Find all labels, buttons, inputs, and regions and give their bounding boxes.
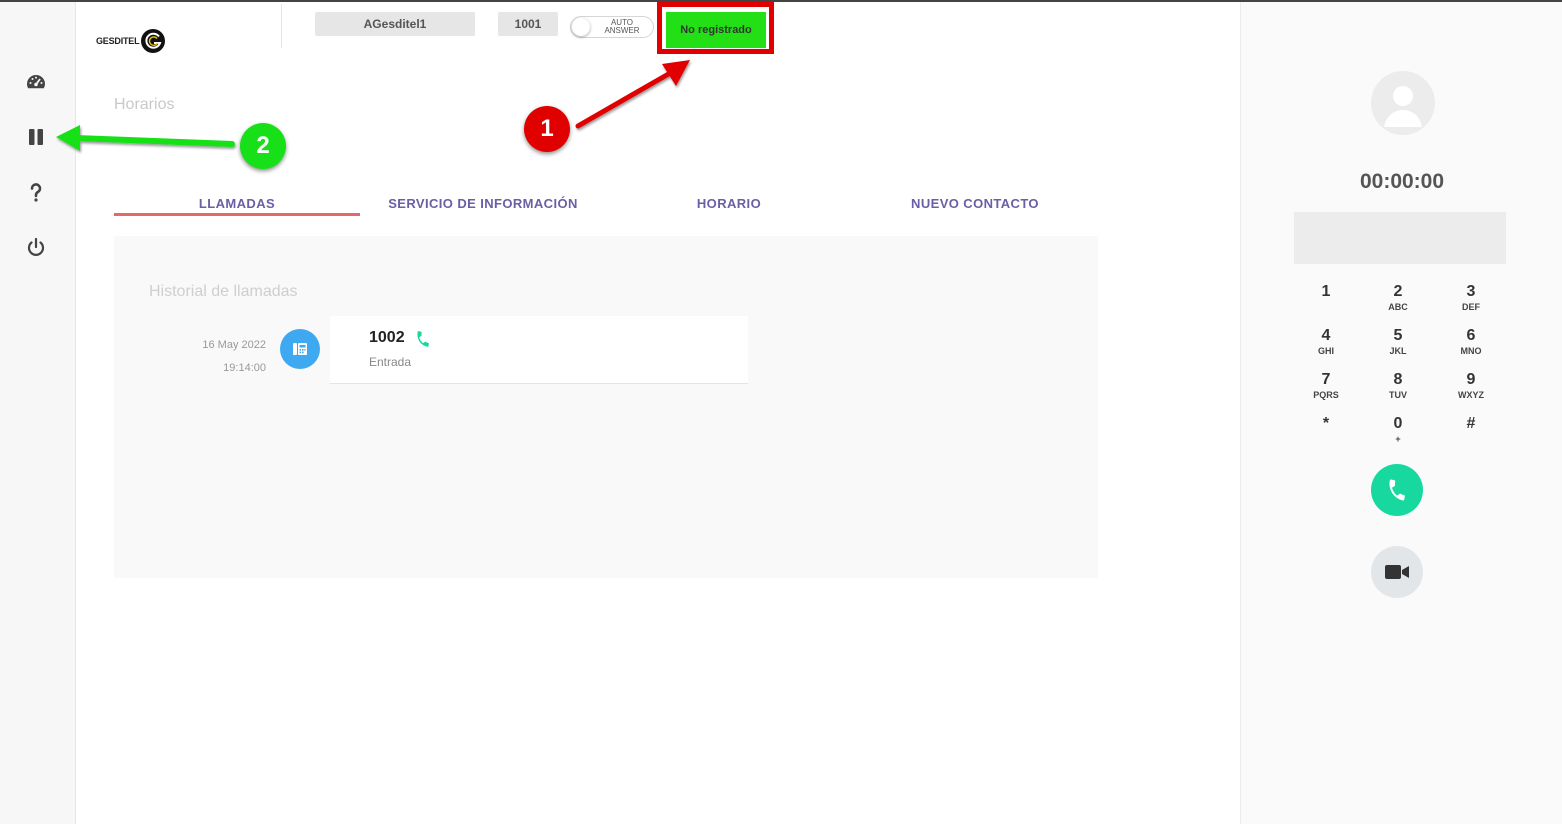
key-star[interactable]: * bbox=[1301, 415, 1351, 455]
auto-answer-toggle[interactable]: AUTO ANSWER bbox=[570, 16, 654, 38]
dashboard-icon[interactable] bbox=[24, 70, 48, 94]
key-7[interactable]: 7 PQRS bbox=[1301, 371, 1351, 411]
call-history-title: Historial de llamadas bbox=[149, 283, 298, 300]
tab-llamadas[interactable]: LLAMADAS bbox=[114, 190, 360, 216]
key-1[interactable]: 1 bbox=[1301, 283, 1351, 323]
key-hash[interactable]: # bbox=[1446, 415, 1496, 455]
header-divider bbox=[281, 4, 282, 48]
key-4[interactable]: 4 GHI bbox=[1301, 327, 1351, 367]
company-logo: GESDITEL bbox=[96, 28, 166, 54]
tab-nuevo-contacto[interactable]: NUEVO CONTACTO bbox=[852, 190, 1098, 216]
call-timer: 00:00:00 bbox=[1359, 170, 1445, 193]
extension-field: 1001 bbox=[498, 12, 558, 36]
key-6[interactable]: 6 MNO bbox=[1446, 327, 1496, 367]
key-0[interactable]: 0 + bbox=[1373, 415, 1423, 455]
softphone-dialer: 00:00:00 1 2 ABC 3 DEF 4 GHI 5 JKL 6 MNO 7 PQR… bbox=[1240, 2, 1562, 824]
call-direction: Entrada bbox=[369, 355, 412, 369]
key-5[interactable]: 5 JKL bbox=[1373, 327, 1423, 367]
video-camera-icon bbox=[1385, 565, 1409, 579]
logo-text: GESDITEL bbox=[96, 36, 140, 46]
tab-servicio-informacion[interactable]: SERVICIO DE INFORMACIÓN bbox=[360, 190, 606, 216]
auto-answer-label: AUTO ANSWER bbox=[604, 18, 640, 35]
call-time: 19:14:00 bbox=[223, 362, 266, 374]
key-9[interactable]: 9 WXYZ bbox=[1446, 371, 1496, 411]
annotation-badge-2: 2 bbox=[240, 123, 286, 169]
toggle-knob bbox=[572, 18, 590, 36]
page-title: Horarios bbox=[114, 96, 175, 113]
power-icon[interactable] bbox=[24, 235, 48, 259]
call-number: 1002 bbox=[369, 329, 405, 346]
logo-mark-icon bbox=[141, 29, 166, 53]
agent-name-field: AGesditel1 bbox=[315, 12, 475, 36]
call-button[interactable] bbox=[1371, 464, 1423, 516]
call-history-panel: Historial de llamadas 16 May 2022 19:14:… bbox=[114, 236, 1098, 578]
registration-status-button[interactable]: No registrado bbox=[666, 12, 766, 48]
key-2[interactable]: 2 ABC bbox=[1373, 283, 1423, 323]
video-call-button[interactable] bbox=[1371, 546, 1423, 598]
tab-horario[interactable]: HORARIO bbox=[606, 190, 852, 216]
phone-icon bbox=[1389, 479, 1405, 501]
dial-number-input[interactable] bbox=[1294, 212, 1506, 264]
incoming-call-icon bbox=[417, 331, 429, 347]
sidebar bbox=[0, 2, 76, 824]
key-8[interactable]: 8 TUV bbox=[1373, 371, 1423, 411]
help-icon[interactable] bbox=[24, 180, 48, 204]
annotation-badge-1: 1 bbox=[524, 106, 570, 152]
pause-icon[interactable] bbox=[24, 125, 48, 149]
user-silhouette-icon bbox=[1384, 86, 1422, 127]
key-3[interactable]: 3 DEF bbox=[1446, 283, 1496, 323]
call-date: 16 May 2022 bbox=[202, 339, 266, 351]
annotation-arrow-1 bbox=[575, 60, 690, 129]
call-list-item[interactable]: 1002 Entrada bbox=[330, 316, 748, 384]
call-datetime: 16 May 2022 19:14:00 bbox=[164, 334, 266, 380]
tab-bar: LLAMADAS SERVICIO DE INFORMACIÓN HORARIO… bbox=[114, 190, 1098, 218]
desk-phone-icon bbox=[280, 329, 320, 369]
avatar bbox=[1371, 71, 1435, 135]
annotation-arrow-2 bbox=[56, 125, 235, 151]
